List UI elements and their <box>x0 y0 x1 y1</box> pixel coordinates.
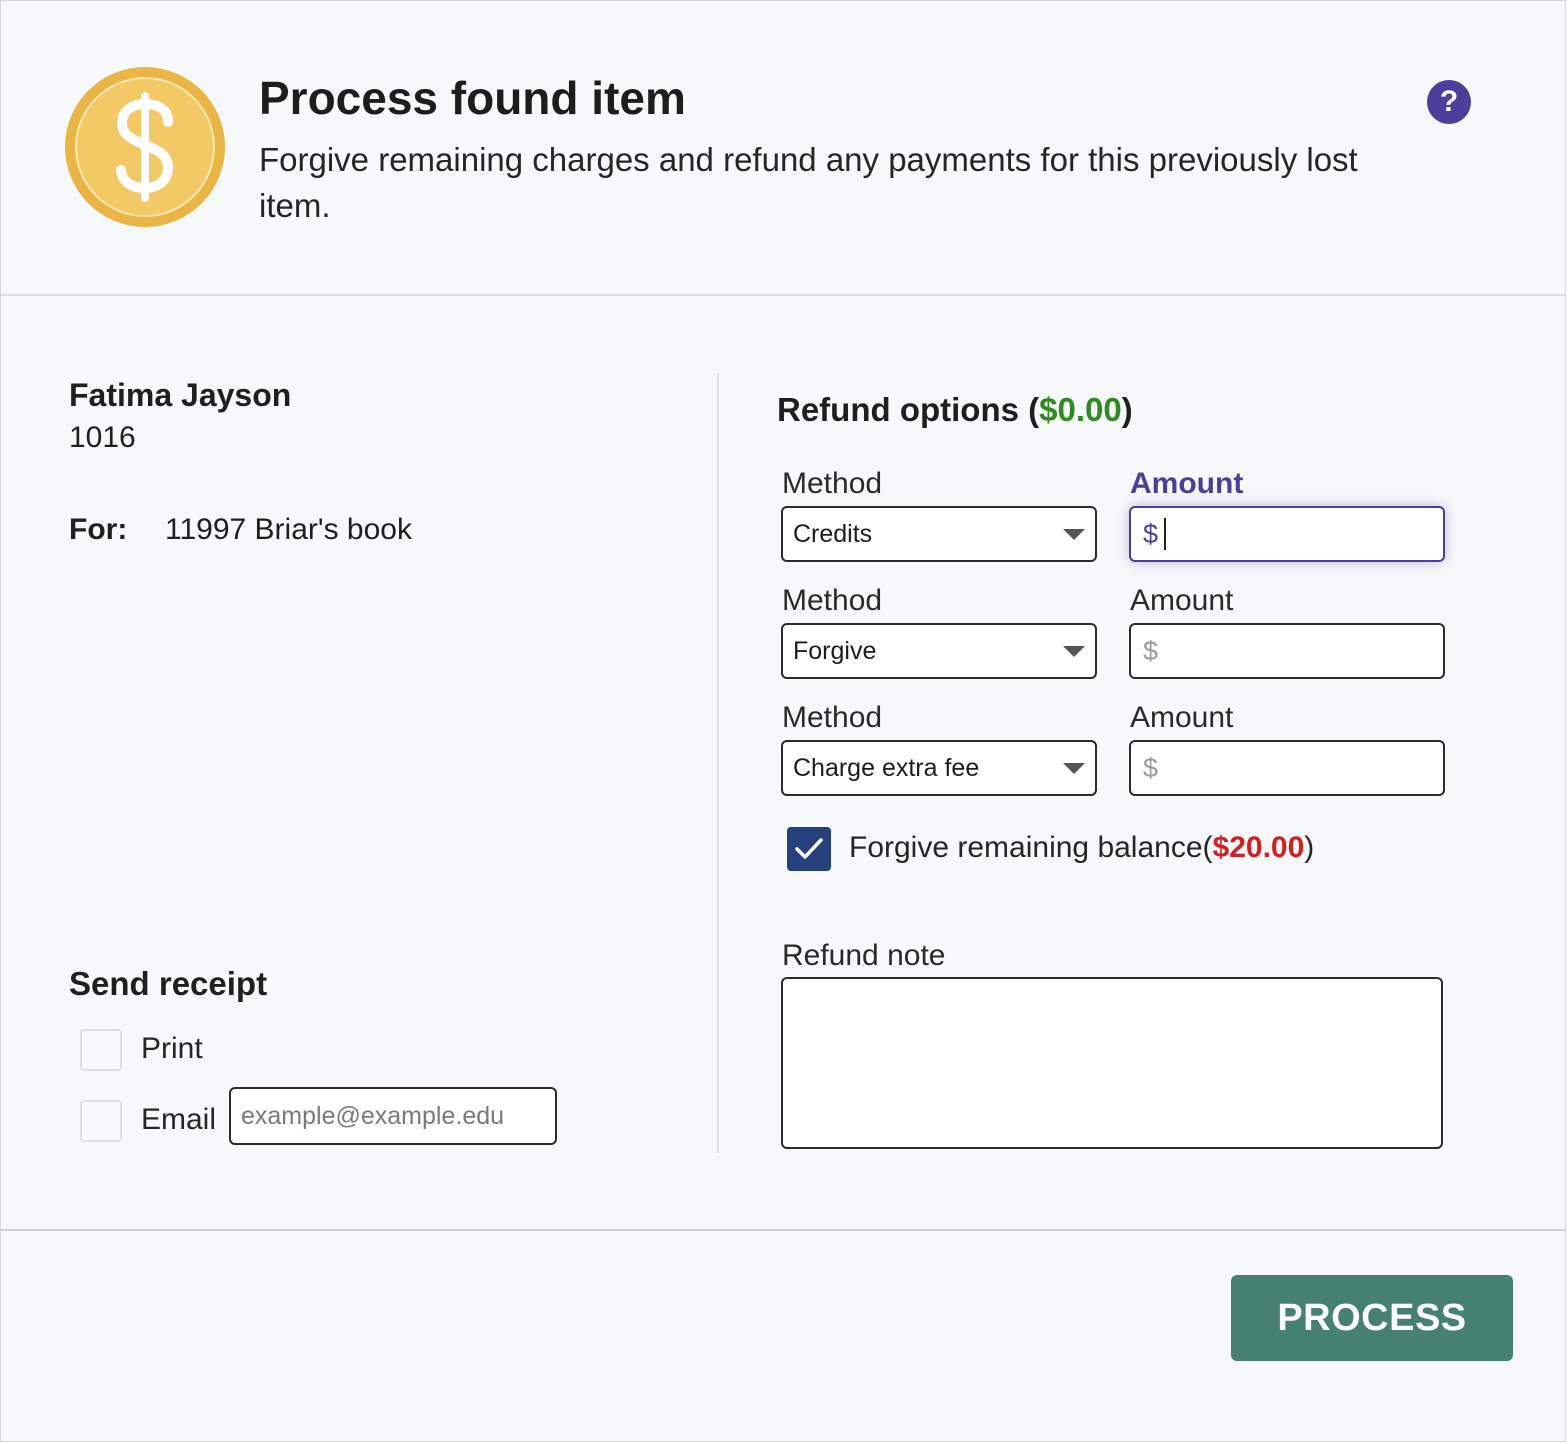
patron-name: Fatima Jayson <box>69 377 292 413</box>
footer-divider <box>1 1229 1565 1231</box>
method-label: Method <box>782 584 883 617</box>
amount-input-credits[interactable]: $ <box>1129 506 1445 562</box>
method-value: Forgive <box>793 636 877 665</box>
dollar-coin-icon <box>65 67 225 227</box>
dialog-title: Process found item <box>259 72 686 124</box>
print-label: Print <box>141 1032 203 1065</box>
column-divider <box>717 373 719 1153</box>
forgive-balance-checkbox[interactable] <box>787 827 831 871</box>
help-icon[interactable]: ? <box>1427 80 1471 124</box>
chevron-down-icon <box>1063 762 1085 774</box>
dialog-header: Process found item Forgive remaining cha… <box>1 1 1565 296</box>
method-label: Method <box>782 701 883 734</box>
method-select-forgive[interactable]: Forgive <box>781 623 1097 679</box>
text-cursor <box>1164 518 1167 550</box>
patron-id: 1016 <box>69 421 136 454</box>
refund-note-label: Refund note <box>782 939 946 972</box>
process-button[interactable]: PROCESS <box>1231 1275 1513 1361</box>
checkmark-icon <box>795 838 823 859</box>
for-label: For: <box>69 513 128 546</box>
refund-total: $0.00 <box>1039 391 1122 428</box>
email-label: Email <box>141 1103 217 1136</box>
amount-label: Amount <box>1130 701 1234 734</box>
refund-options-label: Refund options <box>777 391 1019 428</box>
item-title: 11997 Briar's book <box>165 513 412 546</box>
print-checkbox[interactable] <box>80 1029 122 1071</box>
remaining-balance: $20.00 <box>1212 831 1305 864</box>
method-value: Credits <box>793 519 873 548</box>
forgive-balance-text: Forgive remaining balance <box>849 831 1203 864</box>
send-receipt-heading: Send receipt <box>69 965 268 1002</box>
refund-note-textarea[interactable] <box>781 977 1443 1149</box>
amount-label: Amount <box>1130 467 1244 500</box>
method-value: Charge extra fee <box>793 753 980 782</box>
dollar-prefix: $ <box>1143 518 1159 549</box>
amount-input-forgive[interactable]: $ <box>1129 623 1445 679</box>
amount-label: Amount <box>1130 584 1234 617</box>
dollar-prefix: $ <box>1143 635 1159 666</box>
chevron-down-icon <box>1063 645 1085 657</box>
chevron-down-icon <box>1063 528 1085 540</box>
amount-input-extra-fee[interactable]: $ <box>1129 740 1445 796</box>
paren-close: ) <box>1121 391 1133 428</box>
dollar-sign-glyph <box>116 92 174 202</box>
email-checkbox[interactable] <box>80 1100 122 1142</box>
forgive-balance-label: Forgive remaining balance($20.00) <box>849 831 1314 865</box>
refund-options-heading: Refund options ($0.00) <box>777 391 1133 429</box>
paren-close: ) <box>1304 831 1315 864</box>
paren-open: ( <box>1202 831 1213 864</box>
process-found-item-dialog: Process found item Forgive remaining cha… <box>0 0 1566 1442</box>
method-label: Method <box>782 467 883 500</box>
email-input[interactable]: example@example.edu <box>229 1087 557 1145</box>
dialog-subtitle: Forgive remaining charges and refund any… <box>259 141 1358 224</box>
method-select-extra-fee[interactable]: Charge extra fee <box>781 740 1097 796</box>
method-select-credits[interactable]: Credits <box>781 506 1097 562</box>
dollar-prefix: $ <box>1143 752 1159 783</box>
paren-open: ( <box>1028 391 1040 428</box>
